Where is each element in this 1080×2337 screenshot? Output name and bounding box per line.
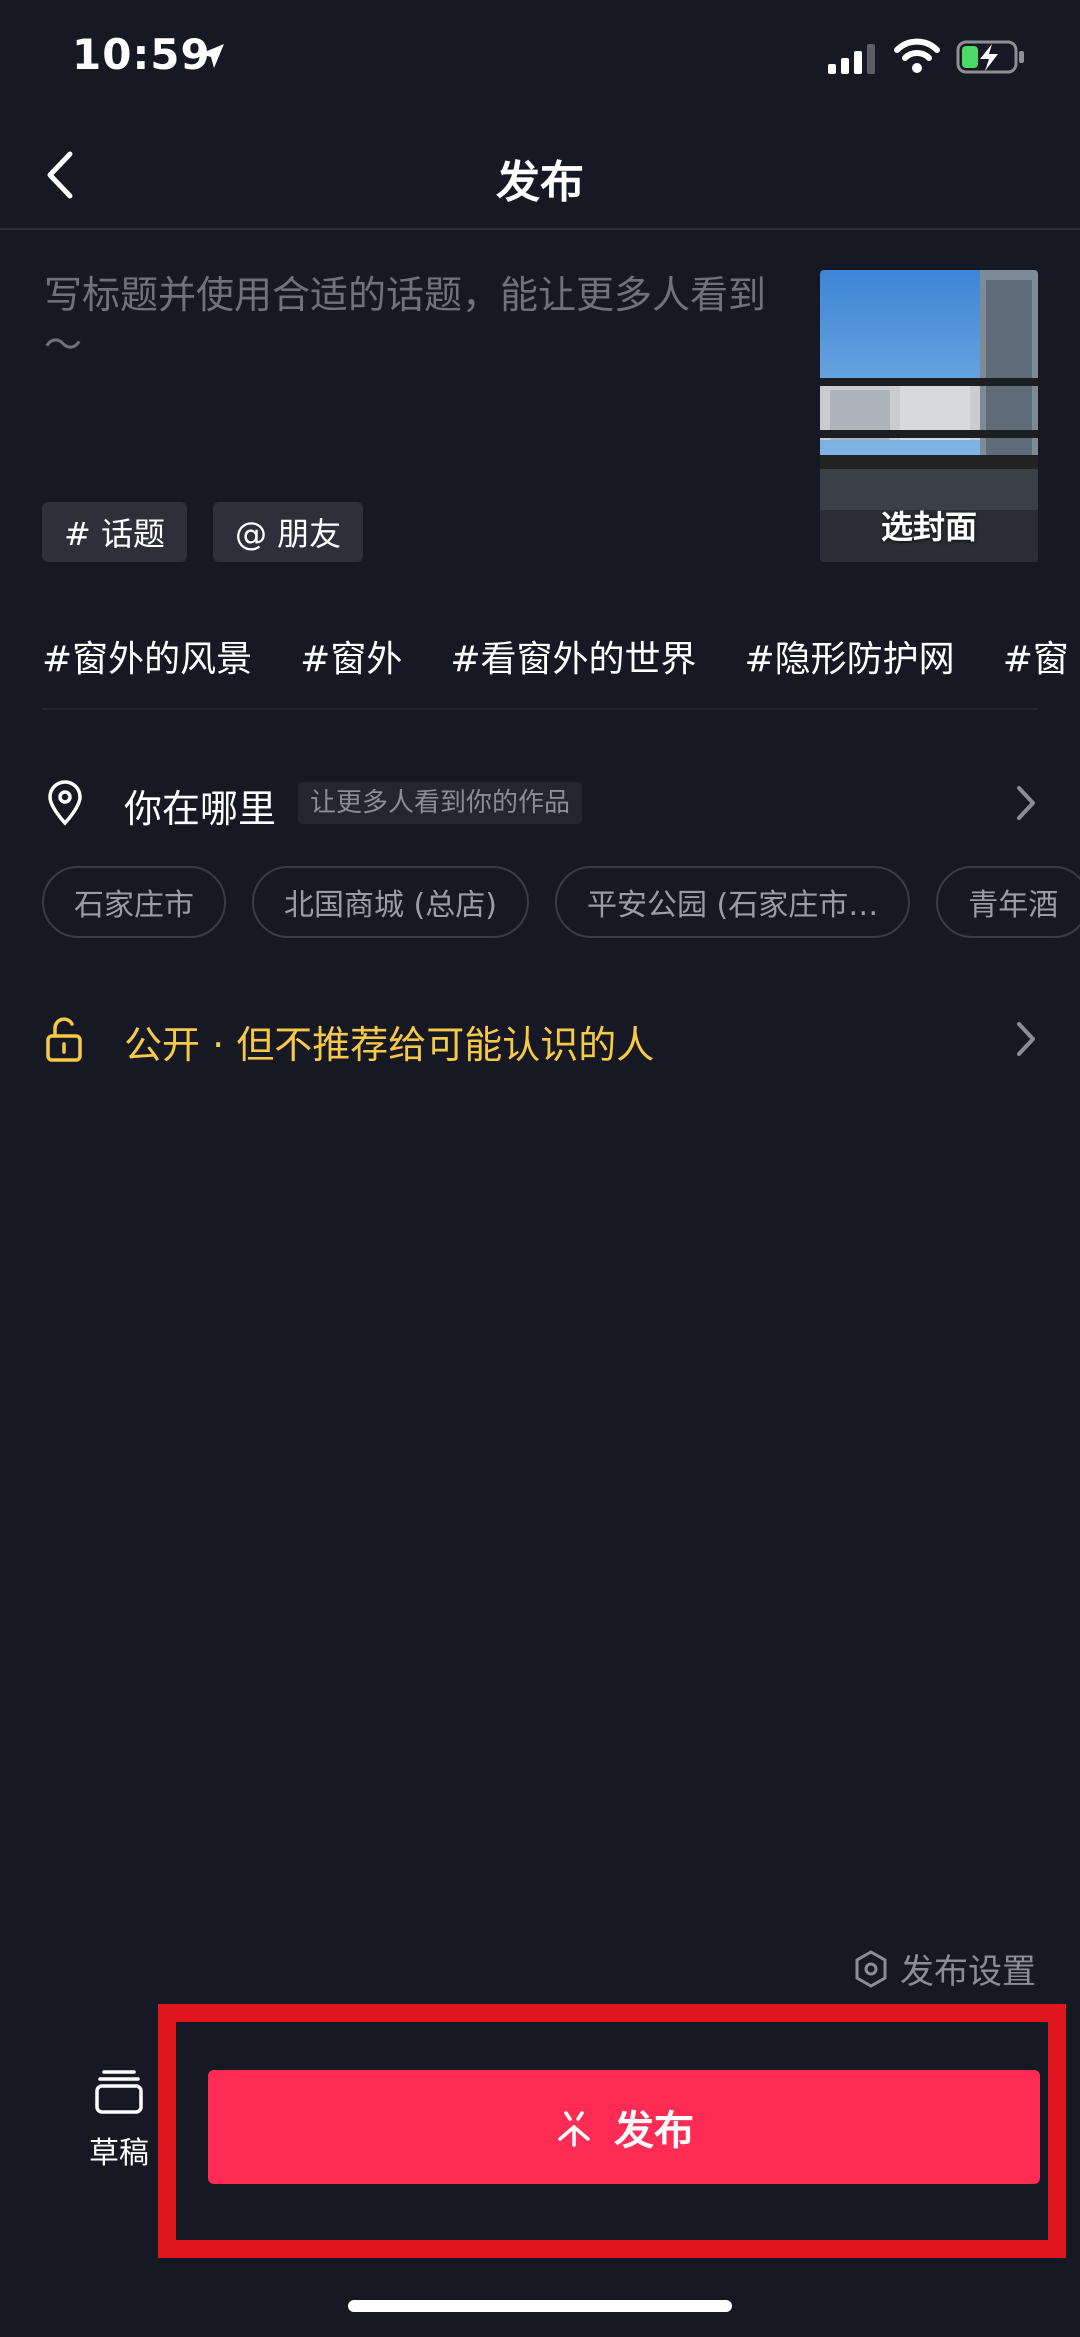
topic-suggestion[interactable]: #隐形防护网: [745, 630, 955, 686]
location-row[interactable]: 你在哪里 让更多人看到你的作品: [0, 770, 1080, 836]
battery-charging-icon: [956, 40, 1024, 74]
chevron-right-icon: [1017, 1022, 1035, 1056]
page-title: 发布: [496, 157, 584, 208]
publish-settings-link[interactable]: 发布设置: [854, 1944, 1036, 1993]
location-chip[interactable]: 平安公园 (石家庄市…: [554, 866, 911, 938]
topic-suggestions: #窗外的风景 #窗外 #看窗外的世界 #隐形防护网 #窗: [42, 630, 1080, 686]
hexagon-settings-icon: [855, 1949, 887, 1988]
chevron-right-icon: [1017, 786, 1035, 820]
publish-page: 10:59 发布 写标题并使用合适的话题，能让更多人看到～ 选封面 # 话题 @…: [0, 0, 1080, 2337]
status-bar: 10:59: [0, 0, 1080, 120]
wifi-icon: [894, 38, 940, 73]
location-suggestions: 石家庄市 北国商城 (总店) 平安公园 (石家庄市… 青年酒: [42, 866, 1080, 938]
status-time: 10:59: [72, 30, 211, 79]
add-topic-button[interactable]: # 话题: [42, 502, 187, 562]
home-indicator: [348, 2300, 732, 2312]
privacy-row[interactable]: 公开 · 但不推荐给可能认识的人: [0, 1006, 1080, 1072]
location-chip[interactable]: 北国商城 (总店): [252, 866, 529, 938]
sparkle-icon: [558, 2111, 590, 2147]
publish-button[interactable]: 发布: [208, 2070, 1040, 2184]
unlock-icon: [46, 1017, 82, 1062]
location-arrow-icon: [200, 44, 224, 68]
location-chip[interactable]: 石家庄市: [42, 866, 226, 938]
location-chip[interactable]: 青年酒: [936, 866, 1080, 938]
topic-suggestion[interactable]: #窗外: [300, 630, 402, 686]
nav-bar: 发布: [0, 120, 1080, 230]
draft-label: 草稿: [89, 2136, 149, 2171]
privacy-setting: 公开 · 但不推荐给可能认识的人: [124, 1023, 655, 1067]
divider: [42, 708, 1038, 710]
caption-chips: # 话题 @ 朋友: [42, 502, 364, 562]
topic-suggestion[interactable]: #看窗外的世界: [450, 630, 696, 686]
cover-label: 选封面: [880, 508, 977, 546]
topic-suggestion[interactable]: #窗外的风景: [42, 630, 252, 686]
caption-input[interactable]: [44, 270, 784, 450]
draft-box-icon: [95, 2070, 143, 2114]
cellular-signal-icon: [828, 44, 875, 74]
location-hint: 让更多人看到你的作品: [298, 782, 583, 824]
mention-friend-button[interactable]: @ 朋友: [213, 502, 364, 562]
draft-button[interactable]: 草稿: [82, 2068, 156, 2171]
location-title: 你在哪里: [124, 787, 277, 831]
cover-picker[interactable]: 选封面: [820, 270, 1038, 562]
location-pin-icon: [48, 780, 82, 826]
publish-label: 发布: [614, 2109, 694, 2153]
topic-suggestion[interactable]: #窗: [1003, 630, 1069, 686]
publish-settings-label: 发布设置: [900, 1952, 1036, 1992]
